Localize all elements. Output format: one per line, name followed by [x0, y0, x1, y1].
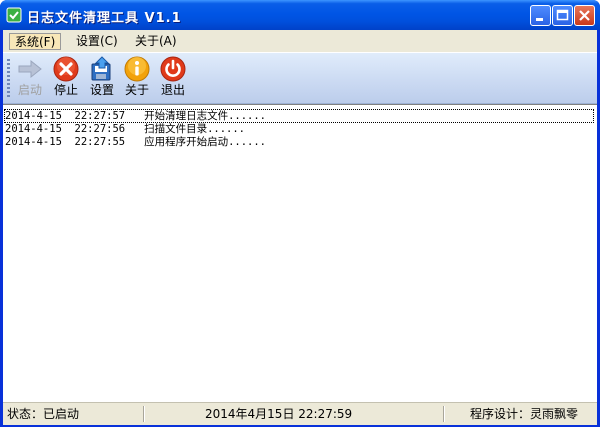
toolbar: 启动 停止 设置 关于 退出 [3, 53, 597, 104]
stop-icon [53, 56, 79, 82]
close-button[interactable] [574, 5, 595, 26]
start-label: 启动 [17, 83, 42, 97]
start-button[interactable]: 启动 [14, 55, 46, 101]
status-state: 状态：已启动 [7, 407, 80, 421]
status-divider [443, 406, 444, 422]
power-icon [160, 56, 186, 82]
settings-button[interactable]: 设置 [86, 55, 118, 101]
status-bar: 状态：已启动 2014年4月15日 22:27:59 程序设计：灵雨飘零 [3, 402, 597, 425]
client-area: 系统(F) 设置(C) 关于(A) 启动 停止 设置 关于 退出 2014-4-… [3, 30, 597, 425]
arrow-right-icon [18, 59, 42, 79]
minimize-icon [536, 18, 543, 21]
status-datetime: 2014年4月15日 22:27:59 [205, 407, 353, 421]
exit-label: 退出 [160, 83, 185, 97]
about-label: 关于 [124, 83, 149, 97]
minimize-button[interactable] [530, 5, 551, 26]
menu-about[interactable]: 关于(A) [130, 33, 182, 50]
stop-label: 停止 [53, 83, 78, 97]
maximize-button[interactable] [552, 5, 573, 26]
menu-bar: 系统(F) 设置(C) 关于(A) [3, 30, 597, 53]
log-row[interactable]: 2014-4-15 22:27:57 开始清理日志文件...... [4, 109, 594, 123]
about-button[interactable]: 关于 [121, 55, 153, 101]
window-title: 日志文件清理工具 V1.1 [27, 11, 182, 26]
status-designer: 程序设计：灵雨飘零 [470, 407, 579, 421]
settings-label: 设置 [89, 83, 114, 97]
stop-button[interactable]: 停止 [50, 55, 82, 101]
log-row[interactable]: 2014-4-15 22:27:55 应用程序开始启动...... [5, 136, 266, 148]
menu-settings[interactable]: 设置(C) [71, 33, 123, 50]
exit-button[interactable]: 退出 [157, 55, 189, 101]
maximize-icon [556, 9, 569, 21]
status-divider [143, 406, 144, 422]
toolbar-grip[interactable] [7, 59, 10, 97]
log-row[interactable]: 2014-4-15 22:27:56 扫描文件目录...... [5, 123, 245, 135]
log-list[interactable]: 2014-4-15 22:27:57 开始清理日志文件...... 2014-4… [3, 104, 597, 403]
close-icon [579, 10, 590, 21]
title-bar[interactable]: 日志文件清理工具 V1.1 [0, 0, 600, 30]
info-icon [124, 56, 150, 82]
app-window: 日志文件清理工具 V1.1 系统(F) 设置(C) 关于(A) 启动 停止 设置… [0, 0, 600, 427]
settings-icon [91, 56, 111, 81]
menu-system[interactable]: 系统(F) [9, 33, 62, 50]
app-icon [6, 7, 22, 23]
